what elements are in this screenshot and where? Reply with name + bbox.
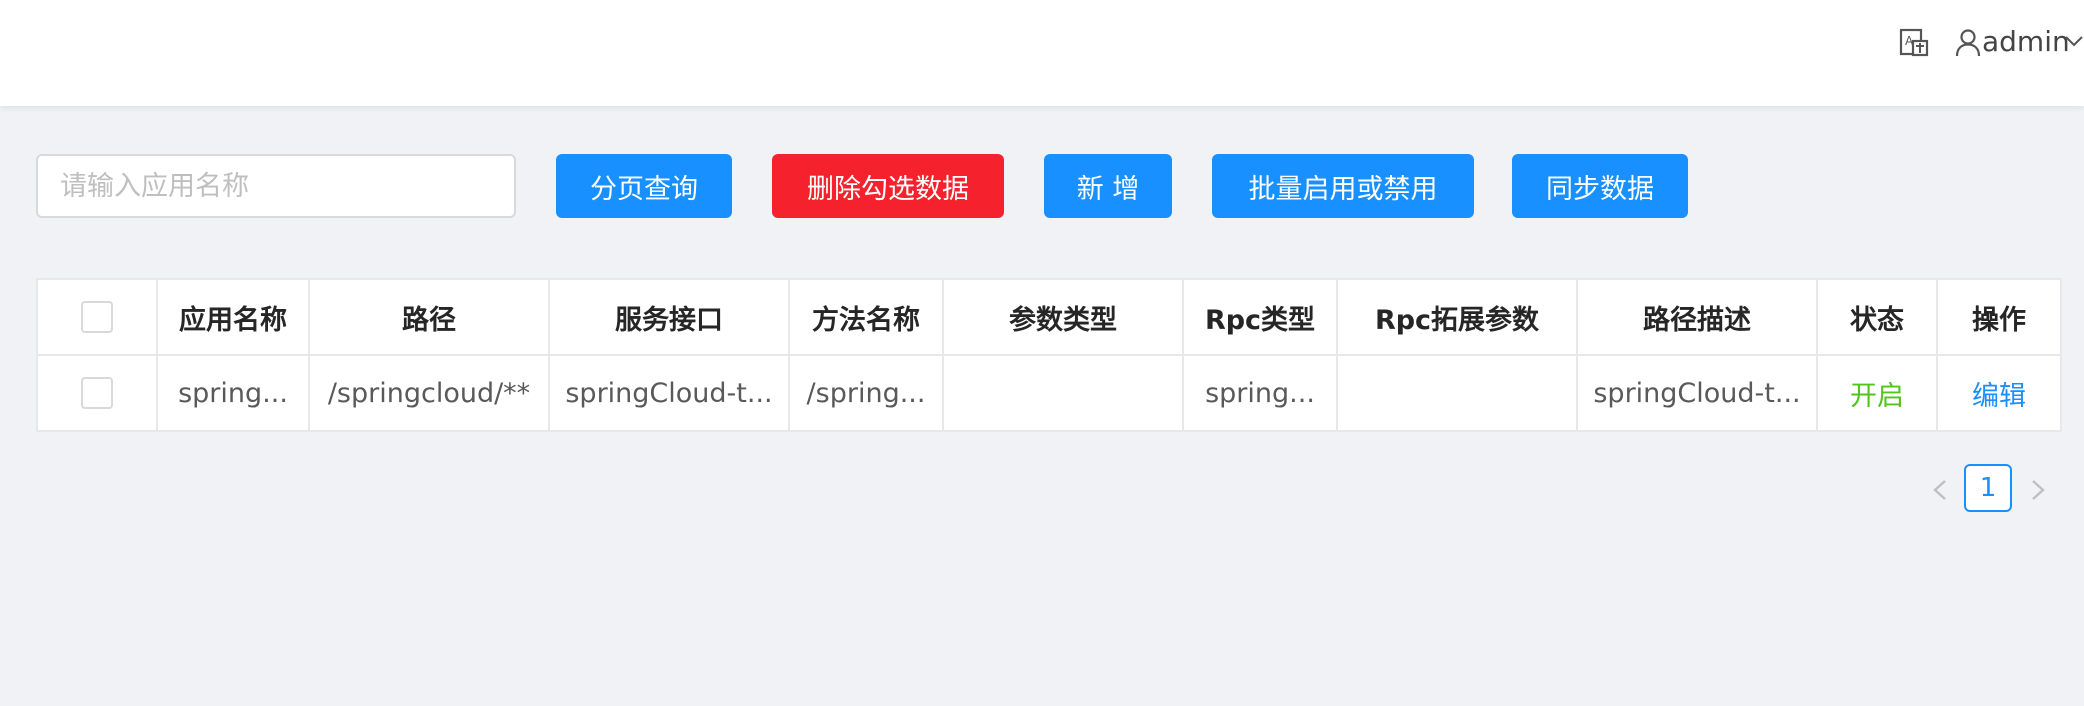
select-all-checkbox[interactable]: [81, 301, 113, 334]
path-cell: /springcloud/**: [309, 355, 550, 431]
delete-selected-button[interactable]: 删除勾选数据: [772, 154, 1004, 218]
chevron-down-icon[interactable]: [2064, 34, 2084, 48]
column-header: 参数类型: [943, 279, 1184, 356]
app-name-cell: spring...: [157, 355, 310, 431]
app-name-search-input[interactable]: [36, 154, 516, 218]
column-header: Rpc类型: [1183, 279, 1338, 356]
edit-link[interactable]: 编辑: [1972, 381, 2026, 412]
column-header: 路径: [309, 279, 550, 356]
column-header: 操作: [1937, 279, 2061, 356]
table-header-row: 应用名称 路径 服务接口 方法名称 参数类型 Rpc类型 Rpc拓展参数 路径描…: [37, 279, 2061, 356]
page-1-button[interactable]: 1: [1964, 464, 2012, 512]
chevron-left-icon[interactable]: [1926, 472, 1954, 508]
method-name-cell: /spring...: [789, 355, 944, 431]
table-row: spring... /springcloud/** springCloud-t.…: [37, 355, 2061, 431]
column-header: 服务接口: [549, 279, 790, 356]
column-header: 状态: [1817, 279, 1938, 356]
username-label[interactable]: admin: [1982, 22, 2070, 62]
param-types-cell: [943, 355, 1184, 431]
status-label: 开启: [1850, 380, 1904, 412]
action-cell: 编辑: [1937, 355, 2061, 431]
column-header: 方法名称: [789, 279, 944, 356]
status-cell: 开启: [1817, 355, 1938, 431]
rule-table: 应用名称 路径 服务接口 方法名称 参数类型 Rpc类型 Rpc拓展参数 路径描…: [36, 278, 2062, 432]
row-select-cell: [37, 355, 158, 431]
column-header: 应用名称: [157, 279, 310, 356]
top-header: A admin: [0, 0, 2084, 106]
chevron-right-icon[interactable]: [2024, 472, 2052, 508]
rpc-type-cell: spring...: [1183, 355, 1338, 431]
batch-toggle-button[interactable]: 批量启用或禁用: [1212, 154, 1474, 218]
sync-data-button[interactable]: 同步数据: [1512, 154, 1688, 218]
user-icon[interactable]: [1954, 28, 1982, 58]
column-header: 路径描述: [1577, 279, 1818, 356]
translate-icon[interactable]: A: [1898, 27, 1930, 59]
page-query-button[interactable]: 分页查询: [556, 154, 732, 218]
service-interface-cell: springCloud-t...: [549, 355, 790, 431]
path-desc-cell: springCloud-t...: [1577, 355, 1818, 431]
add-button[interactable]: 新 增: [1044, 154, 1172, 218]
column-header: Rpc拓展参数: [1337, 279, 1578, 356]
rpc-ext-cell: [1337, 355, 1578, 431]
select-all-cell: [37, 279, 158, 356]
row-checkbox[interactable]: [81, 377, 113, 410]
